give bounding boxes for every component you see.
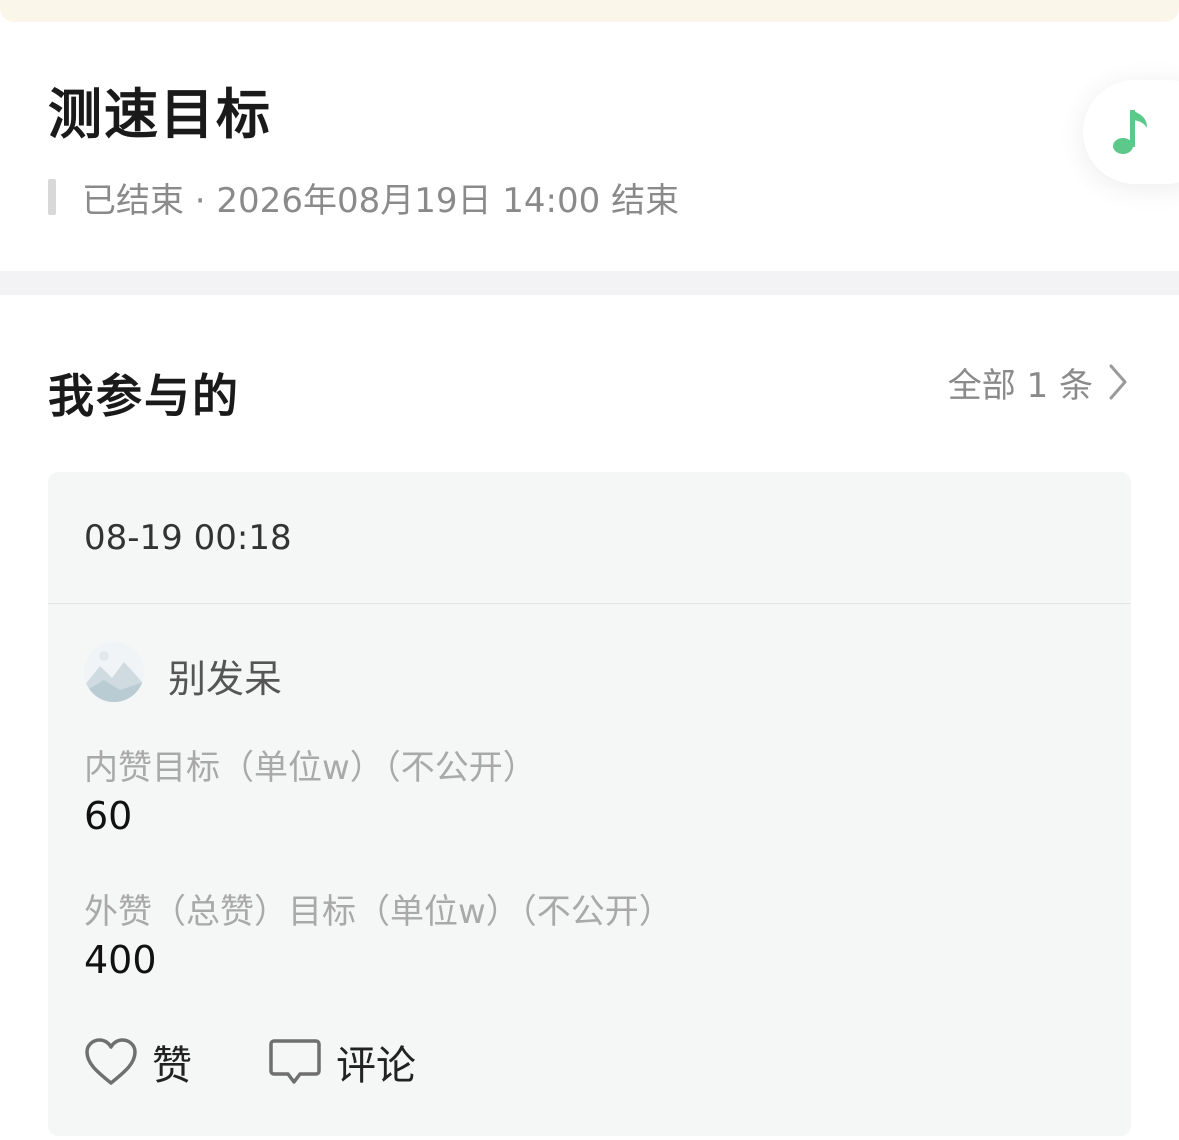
field-label-total-likes: 外赞（总赞）目标（单位w）（不公开） bbox=[84, 892, 673, 932]
card-divider bbox=[48, 603, 1131, 604]
comment-label: 评论 bbox=[336, 1043, 416, 1089]
like-label: 赞 bbox=[152, 1043, 192, 1089]
section-title: 我参与的 bbox=[48, 369, 240, 423]
chevron-right-icon bbox=[1109, 364, 1127, 400]
comment-icon bbox=[269, 1039, 321, 1084]
comment-button[interactable]: 评论 bbox=[268, 1032, 416, 1092]
user-name: 别发呆 bbox=[168, 657, 283, 701]
status-text: 已结束 · 2026年08月19日 14:00 结束 bbox=[82, 180, 680, 221]
entry-time: 08-19 00:18 bbox=[84, 518, 292, 558]
see-all-label: 全部 1 条 bbox=[947, 365, 1093, 406]
status-line: 已结束 · 2026年08月19日 14:00 结束 bbox=[48, 177, 679, 221]
status-indicator-bar bbox=[48, 179, 56, 215]
field-label-inner-likes: 内赞目标（单位w）（不公开） bbox=[84, 748, 537, 788]
field-value-inner-likes: 60 bbox=[84, 794, 133, 838]
field-value-total-likes: 400 bbox=[84, 938, 157, 982]
entry-card[interactable]: 08-19 00:18 别发呆 内赞目标（单位w）（不公开） 60 外赞（总赞）… bbox=[48, 472, 1131, 1136]
landscape-avatar-icon bbox=[84, 642, 144, 702]
avatar[interactable] bbox=[84, 642, 144, 702]
music-note-icon bbox=[1113, 110, 1147, 154]
page-title: 测速目标 bbox=[48, 83, 272, 146]
section-divider bbox=[0, 271, 1179, 295]
see-all-link[interactable]: 全部 1 条 bbox=[948, 358, 1129, 406]
heart-icon bbox=[85, 1038, 137, 1085]
top-banner bbox=[0, 0, 1179, 22]
page-header: 测速目标 已结束 · 2026年08月19日 14:00 结束 bbox=[0, 22, 1179, 271]
like-button[interactable]: 赞 bbox=[84, 1032, 192, 1092]
music-button[interactable] bbox=[1083, 80, 1179, 184]
